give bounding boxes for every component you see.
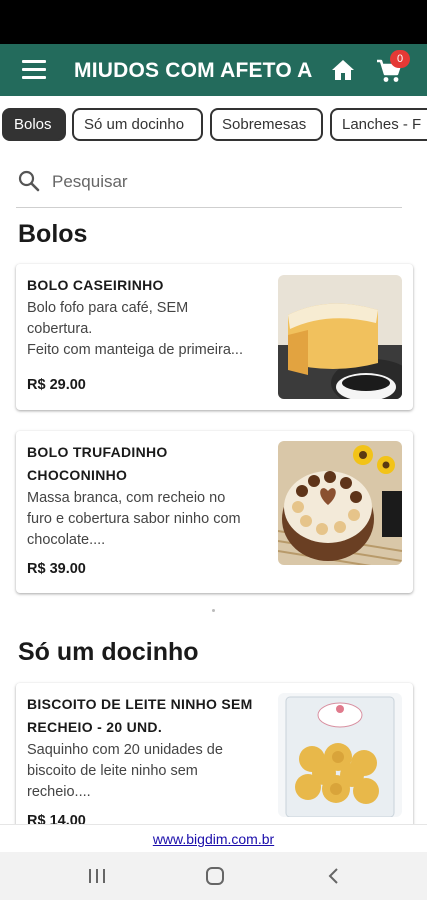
product-name-line: RECHEIO - 20 UND. [27, 719, 163, 735]
description-line: biscoito de leite ninho sem [27, 763, 198, 779]
tab-lanches[interactable]: Lanches - F [330, 108, 427, 141]
product-card-bolo-trufadinho[interactable]: BOLO TRUFADINHO CHOCONINHO Massa branca,… [16, 431, 413, 593]
product-info: BOLO CASEIRINHO Bolo fofo para café, SEM… [27, 274, 265, 361]
product-name-line: BOLO TRUFADINHO [27, 444, 168, 460]
description-line: furo e cobertura sabor ninho com [27, 511, 241, 527]
description-line: cobertura. [27, 321, 93, 337]
product-card-bolo-caseirinho[interactable]: BOLO CASEIRINHO Bolo fofo para café, SEM… [16, 264, 413, 410]
product-info: BISCOITO DE LEITE NINHO SEM RECHEIO - 20… [27, 693, 265, 803]
product-price: R$ 39.00 [27, 561, 86, 577]
section-title-bolos: Bolos [18, 220, 88, 248]
description-line: Massa branca, com recheio no [27, 490, 226, 506]
description-line: Saquinho com 20 unidades de [27, 742, 223, 758]
product-name: BISCOITO DE LEITE NINHO SEM RECHEIO - 20… [27, 693, 265, 739]
app-screen: MIUDOS COM AFETO A 0 Bolos Só um docinho… [0, 0, 427, 900]
description-line: Feito com manteiga de primeira... [27, 342, 243, 358]
search-input[interactable] [52, 170, 382, 194]
product-image-bolo-trufadinho [278, 441, 402, 565]
product-info: BOLO TRUFADINHO CHOCONINHO Massa branca,… [27, 441, 265, 551]
description-line: Bolo fofo para café, SEM [27, 300, 189, 316]
product-name: BOLO CASEIRINHO [27, 277, 164, 293]
product-description: Bolo fofo para café, SEM cobertura. Feit… [27, 298, 265, 361]
product-name: BOLO TRUFADINHO CHOCONINHO [27, 441, 265, 487]
footer-link-bar: www.bigdim.com.br [0, 824, 427, 852]
footer-website-link[interactable]: www.bigdim.com.br [153, 831, 274, 847]
section-title-so-um-docinho: Só um docinho [18, 638, 199, 666]
home-circle-icon[interactable] [203, 866, 227, 886]
status-bar [0, 0, 427, 44]
app-title: MIUDOS COM AFETO A [74, 59, 313, 82]
description-line: chocolate.... [27, 532, 106, 548]
home-icon[interactable] [330, 58, 356, 82]
product-description: Saquinho com 20 unidades de biscoito de … [27, 740, 265, 803]
app-bar: MIUDOS COM AFETO A [0, 44, 427, 96]
system-nav-bar [0, 852, 427, 900]
back-icon[interactable] [322, 866, 346, 886]
product-image-biscoito-leite-ninho [278, 693, 402, 817]
tab-so-um-docinho[interactable]: Só um docinho [72, 108, 203, 141]
category-tabs: Bolos Só um docinho Sobremesas Lanches -… [0, 108, 427, 142]
tab-sobremesas[interactable]: Sobremesas [210, 108, 323, 141]
cart-count-badge: 0 [390, 50, 410, 68]
menu-icon[interactable] [20, 58, 48, 82]
recents-icon[interactable] [85, 866, 109, 886]
description-line: recheio.... [27, 784, 91, 800]
product-price: R$ 29.00 [27, 377, 86, 393]
search-icon [18, 170, 40, 192]
product-card-biscoito-leite-ninho[interactable]: BISCOITO DE LEITE NINHO SEM RECHEIO - 20… [16, 683, 413, 843]
product-image-bolo-caseirinho [278, 275, 402, 399]
tab-bolos[interactable]: Bolos [2, 108, 66, 141]
product-description: Massa branca, com recheio no furo e cobe… [27, 488, 265, 551]
product-name-line: CHOCONINHO [27, 467, 128, 483]
divider-dot [212, 609, 215, 612]
search-bar [16, 160, 402, 208]
product-name-line: BISCOITO DE LEITE NINHO SEM [27, 696, 253, 712]
